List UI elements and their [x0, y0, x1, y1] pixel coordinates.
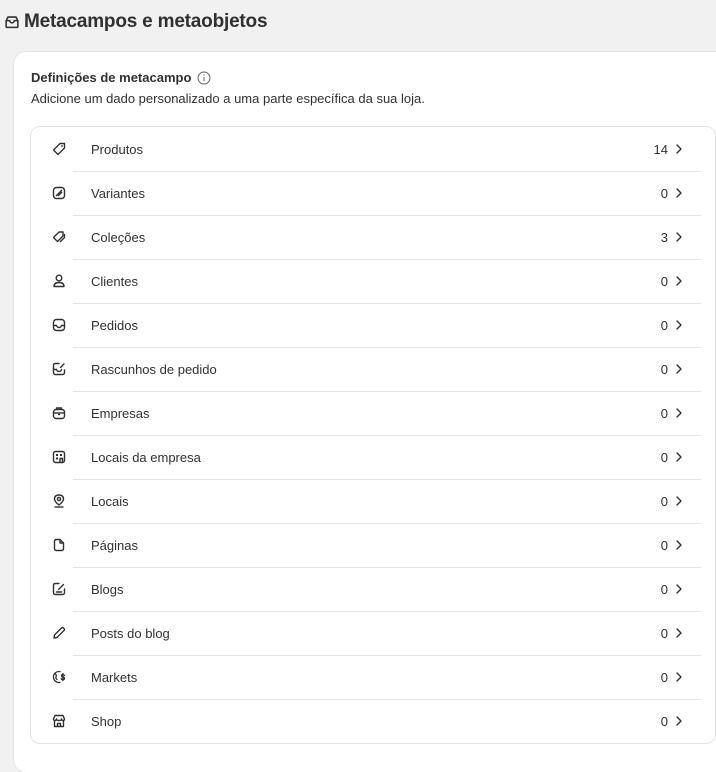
briefcase-icon: [51, 405, 67, 421]
tag-icon: [51, 141, 67, 157]
draft-order-icon: [51, 361, 67, 377]
blog-icon: [51, 581, 67, 597]
item-count: 0: [660, 625, 668, 641]
chevron-right-icon: [675, 495, 685, 507]
item-label: Shop: [91, 713, 122, 729]
metafield-definitions-card: Definições de metacampo Adicione um dado…: [14, 52, 716, 772]
chevron-right-icon: [675, 187, 685, 199]
item-label: Coleções: [91, 229, 146, 245]
list-item-empresas[interactable]: Empresas 0: [31, 391, 715, 435]
item-label: Empresas: [91, 405, 150, 421]
archive-box-icon: [3, 13, 21, 31]
item-label: Páginas: [91, 537, 138, 553]
item-count: 3: [660, 229, 668, 245]
item-count: 0: [660, 493, 668, 509]
list-item-shop[interactable]: Shop 0: [31, 699, 715, 743]
item-count: 0: [660, 581, 668, 597]
chevron-right-icon: [675, 407, 685, 419]
item-count: 0: [660, 185, 668, 201]
list-item-markets[interactable]: Markets 0: [31, 655, 715, 699]
item-label: Locais da empresa: [91, 449, 201, 465]
chevron-right-icon: [675, 363, 685, 375]
list-item-colecoes[interactable]: Coleções 3: [31, 215, 715, 259]
item-count: 0: [660, 449, 668, 465]
page-icon: [51, 537, 67, 553]
list-item-variantes[interactable]: Variantes 0: [31, 171, 715, 215]
list-item-produtos[interactable]: Produtos 14: [31, 127, 715, 171]
chevron-right-icon: [675, 671, 685, 683]
list-item-posts-do-blog[interactable]: Posts do blog 0: [31, 611, 715, 655]
chevron-right-icon: [675, 539, 685, 551]
item-label: Rascunhos de pedido: [91, 361, 217, 377]
list-item-locais[interactable]: Locais 0: [31, 479, 715, 523]
globe-currency-icon: [51, 669, 67, 685]
card-title: Definições de metacampo: [31, 70, 192, 85]
item-count: 0: [660, 669, 668, 685]
item-label: Posts do blog: [91, 625, 170, 641]
list-item-rascunhos-de-pedido[interactable]: Rascunhos de pedido 0: [31, 347, 715, 391]
item-count: 0: [660, 361, 668, 377]
pencil-icon: [51, 625, 67, 641]
inbox-icon: [51, 317, 67, 333]
chevron-right-icon: [675, 275, 685, 287]
variant-tag-icon: [51, 185, 67, 201]
location-pin-icon: [51, 493, 67, 509]
chevron-right-icon: [675, 143, 685, 155]
item-count: 0: [660, 713, 668, 729]
chevron-right-icon: [675, 451, 685, 463]
page-header: Metacampos e metaobjetos: [0, 0, 716, 44]
item-count: 0: [660, 405, 668, 421]
info-icon[interactable]: [197, 71, 211, 85]
item-count: 0: [660, 537, 668, 553]
item-count: 14: [653, 141, 668, 157]
chevron-right-icon: [675, 231, 685, 243]
building-icon: [51, 449, 67, 465]
item-label: Markets: [91, 669, 138, 685]
chevron-right-icon: [675, 715, 685, 727]
item-label: Variantes: [91, 185, 145, 201]
list-item-blogs[interactable]: Blogs 0: [31, 567, 715, 611]
item-label: Clientes: [91, 273, 138, 289]
chevron-right-icon: [675, 583, 685, 595]
page-title: Metacampos e metaobjetos: [24, 11, 268, 32]
list-item-clientes[interactable]: Clientes 0: [31, 259, 715, 303]
item-label: Pedidos: [91, 317, 138, 333]
card-description: Adicione um dado personalizado a uma par…: [31, 91, 425, 106]
item-label: Locais: [91, 493, 129, 509]
resource-list: Produtos 14 Variantes 0 Coleções 3 Clien…: [30, 126, 716, 744]
item-label: Blogs: [91, 581, 124, 597]
item-count: 0: [660, 273, 668, 289]
collection-tags-icon: [51, 229, 67, 245]
chevron-right-icon: [675, 319, 685, 331]
item-label: Produtos: [91, 141, 144, 157]
item-count: 0: [660, 317, 668, 333]
person-icon: [51, 273, 67, 289]
storefront-icon: [51, 713, 67, 729]
list-item-paginas[interactable]: Páginas 0: [31, 523, 715, 567]
list-item-pedidos[interactable]: Pedidos 0: [31, 303, 715, 347]
chevron-right-icon: [675, 627, 685, 639]
list-item-locais-da-empresa[interactable]: Locais da empresa 0: [31, 435, 715, 479]
